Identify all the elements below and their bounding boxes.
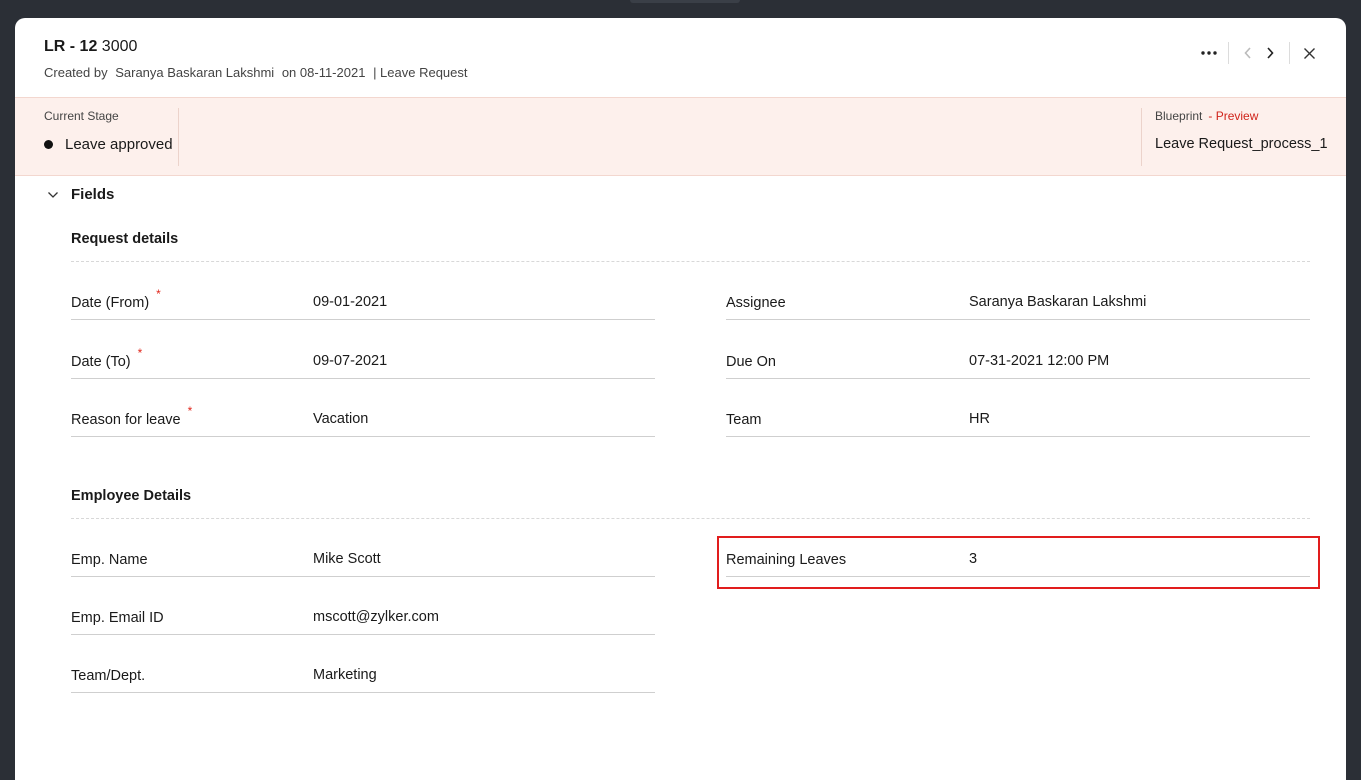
record-id: LR - 12 [44,38,98,55]
record-detail-panel: LR - 12 3000 Created by Saranya Baskaran… [15,18,1346,780]
record-header: LR - 12 3000 Created by Saranya Baskaran… [15,18,1346,98]
blueprint-name[interactable]: Leave Request_process_1 [1155,136,1328,152]
field-date-to[interactable]: Date (To)* 09-07-2021 [71,346,655,379]
created-prefix: Created by [44,65,108,80]
stage-name: Leave approved [65,136,173,153]
field-label: Team [726,412,762,428]
chevron-down-icon [48,191,58,198]
blueprint-preview-link[interactable]: - Preview [1208,109,1258,123]
field-team[interactable]: Team HR [726,407,1310,437]
field-label: Due On [726,354,776,370]
field-reason-for-leave[interactable]: Reason for leave* Vacation [71,404,655,437]
field-label: Reason for leave* [71,404,193,428]
current-stage-label: Current Stage [44,109,119,123]
current-stage: Current Stage Leave approved [44,109,173,153]
created-by-link[interactable]: Saranya Baskaran Lakshmi [115,65,274,80]
field-team-dept[interactable]: Team/Dept. Marketing [71,663,655,693]
highlight-box [717,536,1320,589]
section-divider [71,518,1310,519]
required-marker: * [187,404,193,418]
blueprint-info: Blueprint - Preview Leave Request_process… [1155,109,1328,152]
blueprint-label-text: Blueprint [1155,109,1203,123]
divider [1289,42,1290,64]
field-value: 09-01-2021 [313,294,388,310]
field-value: mscott@zylker.com [313,609,439,625]
stage-dot-icon [44,140,53,149]
field-label: Assignee [726,295,786,311]
field-label: Date (From)* [71,287,161,311]
more-horizontal-icon[interactable] [1198,42,1220,64]
request-details-title: Request details [71,231,179,247]
field-label: Date (To)* [71,346,143,370]
stage-bar: Current Stage Leave approved Blueprint - … [15,97,1346,176]
record-title: LR - 12 3000 [44,38,137,56]
field-due-on[interactable]: Due On 07-31-2021 12:00 PM [726,349,1310,379]
required-marker: * [156,287,161,301]
field-value: Mike Scott [313,551,381,567]
employee-details-title: Employee Details [71,488,192,504]
field-value: HR [969,411,990,427]
field-assignee[interactable]: Assignee Saranya Baskaran Lakshmi [726,290,1310,320]
divider [178,108,179,166]
field-date-from[interactable]: Date (From)* 09-01-2021 [71,287,655,320]
divider [1228,42,1229,64]
layout-name: | Leave Request [373,65,468,80]
chevron-left-icon[interactable] [1237,42,1259,64]
created-on: on 08-11-2021 [281,65,366,80]
field-label: Emp. Name [71,552,148,568]
fields-section-toggle[interactable]: Fields [47,186,114,203]
field-label: Team/Dept. [71,668,146,684]
fields-header: Fields [71,186,115,203]
record-number: 3000 [101,38,138,55]
field-value: Saranya Baskaran Lakshmi [969,294,1147,310]
field-emp-email[interactable]: Emp. Email ID mscott@zylker.com [71,605,655,635]
current-stage-value: Leave approved [44,136,173,153]
close-icon[interactable] [1298,42,1320,64]
window-edge [630,0,740,3]
divider [1141,108,1142,166]
field-label: Emp. Email ID [71,610,164,626]
section-divider [71,261,1310,262]
header-actions [1198,42,1320,64]
field-emp-name[interactable]: Emp. Name Mike Scott [71,547,655,577]
chevron-right-icon[interactable] [1259,42,1281,64]
required-marker: * [137,346,143,360]
field-value: 09-07-2021 [313,353,388,369]
record-subtitle: Created by Saranya Baskaran Lakshmi on 0… [44,65,472,80]
blueprint-label: Blueprint - Preview [1155,109,1328,123]
field-value: Marketing [313,667,377,683]
field-value: Vacation [313,411,369,427]
field-value: 07-31-2021 12:00 PM [969,353,1110,369]
